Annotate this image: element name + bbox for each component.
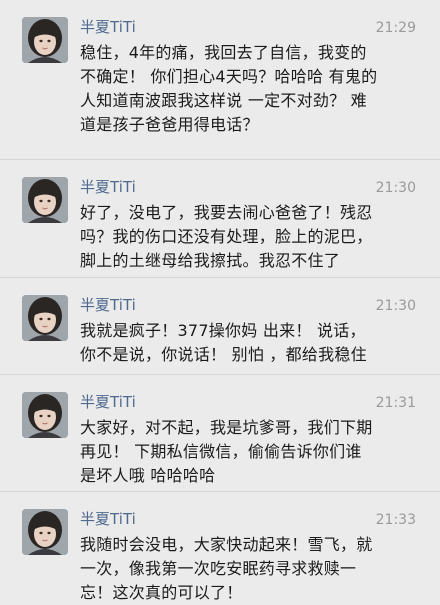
post-item[interactable]: 半夏TiTi 21:31 大家好，对不起，我是坑爹哥，我们下期 再见！ 下期私信… xyxy=(0,375,440,492)
post-text-line: 再见！ 下期私信微信，偷偷告诉你们谁 xyxy=(80,442,362,461)
post-text-line: 道是孩子爸爸用得电话？ xyxy=(80,115,259,134)
post-time: 21:31 xyxy=(375,395,416,411)
post-text-line: 不确定！ 你们担心4天吗？哈哈哈 有鬼的 xyxy=(80,67,378,86)
post-text: 好了，没电了，我要去闹心爸爸了！残忍 吗？我的伤口还没有处理，脸上的泥巴， 脚上… xyxy=(80,201,436,273)
post-text: 我随时会没电，大家快动起来！雪飞，就 一次，像我第一次吃安眠药寻求救赎一 忘！这… xyxy=(80,533,436,605)
avatar[interactable] xyxy=(22,177,68,223)
avatar[interactable] xyxy=(22,17,68,63)
post-time: 21:29 xyxy=(375,20,416,36)
post-item[interactable]: 半夏TiTi 21:33 我随时会没电，大家快动起来！雪飞，就 一次，像我第一次… xyxy=(0,492,440,604)
post-time: 21:33 xyxy=(375,512,416,528)
author-name[interactable]: 半夏TiTi xyxy=(80,509,136,529)
author-name[interactable]: 半夏TiTi xyxy=(80,295,136,315)
post-text-line: 忘！这次真的可以了！ xyxy=(80,583,243,602)
post-item[interactable]: 半夏TiTi 21:30 我就是疯子！377操你妈 出来！ 说话， 你不是说，你… xyxy=(0,278,440,375)
avatar[interactable] xyxy=(22,295,68,341)
post-text: 大家好，对不起，我是坑爹哥，我们下期 再见！ 下期私信微信，偷偷告诉你们谁 是坏… xyxy=(80,416,436,488)
user-avatar-icon xyxy=(22,509,68,555)
post-item[interactable]: 半夏TiTi 21:29 稳住，4年的痛，我回去了自信，我变的 不确定！ 你们担… xyxy=(0,0,440,160)
author-name[interactable]: 半夏TiTi xyxy=(80,177,136,197)
post-text-line: 人知道南波跟我这样说 一定不对劲？ 难 xyxy=(80,91,367,110)
user-avatar-icon xyxy=(22,295,68,341)
avatar[interactable] xyxy=(22,392,68,438)
user-avatar-icon xyxy=(22,17,68,63)
post-text-line: 你不是说，你说话！ 别怕 ，都给我稳住 xyxy=(80,345,367,364)
user-avatar-icon xyxy=(22,177,68,223)
author-name[interactable]: 半夏TiTi xyxy=(80,17,136,37)
post-text-line: 稳住，4年的痛，我回去了自信，我变的 xyxy=(80,43,367,62)
post-item[interactable]: 半夏TiTi 21:30 好了，没电了，我要去闹心爸爸了！残忍 吗？我的伤口还没… xyxy=(0,160,440,278)
post-text-line: 我随时会没电，大家快动起来！雪飞，就 xyxy=(80,535,373,554)
post-text: 我就是疯子！377操你妈 出来！ 说话， 你不是说，你说话！ 别怕 ，都给我稳住 xyxy=(80,319,436,367)
user-avatar-icon xyxy=(22,392,68,438)
post-text-line: 一次，像我第一次吃安眠药寻求救赎一 xyxy=(80,559,357,578)
post-time: 21:30 xyxy=(375,298,416,314)
message-feed: 半夏TiTi 21:29 稳住，4年的痛，我回去了自信，我变的 不确定！ 你们担… xyxy=(0,0,440,604)
post-text-line: 是坏人哦 哈哈哈哈 xyxy=(80,466,216,485)
post-text-line: 大家好，对不起，我是坑爹哥，我们下期 xyxy=(80,418,373,437)
post-time: 21:30 xyxy=(375,180,416,196)
post-text-line: 脚上的土继母给我擦拭。我忍不住了 xyxy=(80,251,341,270)
post-text: 稳住，4年的痛，我回去了自信，我变的 不确定！ 你们担心4天吗？哈哈哈 有鬼的 … xyxy=(80,41,436,137)
post-text-line: 好了，没电了，我要去闹心爸爸了！残忍 xyxy=(80,203,373,222)
post-text-line: 我就是疯子！377操你妈 出来！ 说话， xyxy=(80,321,366,340)
post-text-line: 吗？我的伤口还没有处理，脸上的泥巴， xyxy=(80,227,373,246)
author-name[interactable]: 半夏TiTi xyxy=(80,392,136,412)
avatar[interactable] xyxy=(22,509,68,555)
